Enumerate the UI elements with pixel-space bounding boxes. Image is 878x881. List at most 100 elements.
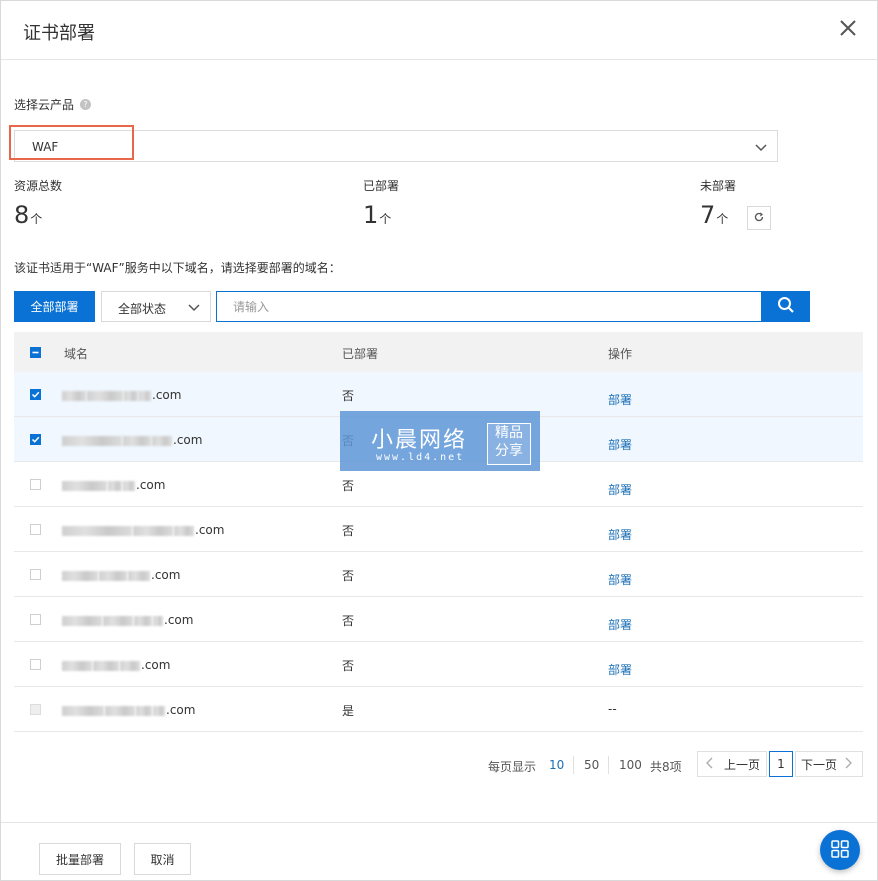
prev-page-button[interactable]: 上一页 (697, 751, 767, 777)
stat-deployed-value: 1个 (363, 201, 392, 229)
pagination: 每页显示 10 50 100 共8项 上一页 1 下一页 (1, 751, 878, 779)
search-icon (777, 296, 795, 317)
redacted-text (128, 570, 150, 581)
deploy-link[interactable]: 部署 (608, 391, 632, 408)
cloud-product-value: WAF (32, 140, 59, 154)
redacted-text (62, 435, 122, 446)
search-button[interactable] (761, 291, 810, 322)
redacted-text (133, 525, 173, 536)
table-row: .com 是 -- (14, 687, 863, 732)
deploy-link[interactable]: 部署 (608, 436, 632, 453)
row-checkbox[interactable] (30, 614, 41, 625)
refresh-icon (754, 211, 764, 225)
redacted-text (108, 480, 122, 491)
select-all-checkbox[interactable] (30, 347, 41, 358)
chevron-left-icon (706, 757, 714, 772)
table-row: .com 否 部署 (14, 597, 863, 642)
deployed-cell: 否 (342, 389, 355, 403)
redacted-text (134, 615, 152, 626)
apps-fab-button[interactable] (820, 830, 860, 870)
description-text: 该证书适用于“WAF”服务中以下域名，请选择要部署的域名： (14, 261, 341, 275)
table-row: .com 否 部署 (14, 552, 863, 597)
domain-cell: .com (62, 568, 180, 582)
action-none: -- (608, 702, 617, 716)
domain-cell: .com (62, 388, 181, 402)
dialog-title: 证书部署 (23, 23, 95, 44)
page-number-current[interactable]: 1 (769, 751, 793, 777)
dialog-header: 证书部署 (1, 1, 877, 60)
domain-cell: .com (62, 658, 170, 672)
deploy-link[interactable]: 部署 (608, 481, 632, 498)
row-checkbox[interactable] (30, 569, 41, 580)
total-count: 共8项 (650, 760, 682, 774)
refresh-button[interactable] (747, 206, 771, 230)
divider (573, 756, 574, 774)
watermark-main: 小晨网络 (371, 428, 468, 453)
deploy-link[interactable]: 部署 (608, 661, 632, 678)
stat-total-label: 资源总数 (14, 179, 63, 193)
domain-table: 域名 已部署 操作 .com否部署.com否部署.com否部署.com否部署.c… (14, 332, 863, 732)
domain-suffix: .com (152, 388, 182, 402)
row-checkbox[interactable] (30, 389, 41, 400)
stat-undeployed-label: 未部署 (700, 179, 737, 193)
redacted-text (62, 480, 107, 491)
batch-deploy-button[interactable]: 批量部署 (39, 843, 121, 875)
page-size-100[interactable]: 100 (619, 758, 642, 772)
domain-cell: .com (62, 433, 202, 447)
product-label-row: 选择云产品 ? (14, 96, 92, 113)
page-size-label: 每页显示 (488, 760, 537, 774)
deploy-link[interactable]: 部署 (608, 571, 632, 588)
status-filter-value: 全部状态 (118, 302, 167, 316)
redacted-text (62, 570, 98, 581)
help-icon[interactable]: ? (80, 99, 92, 110)
deploy-all-button[interactable]: 全部部署 (14, 291, 95, 322)
row-checkbox[interactable] (30, 524, 41, 535)
domain-suffix: .com (136, 478, 166, 492)
dialog-footer: 批量部署 取消 (1, 822, 877, 881)
redacted-text (93, 660, 119, 671)
domain-suffix: .com (166, 703, 196, 717)
table-row: .com 否 部署 (14, 642, 863, 687)
close-icon[interactable] (839, 19, 857, 37)
redacted-text (105, 705, 135, 716)
row-checkbox[interactable] (30, 659, 41, 670)
page-size-50[interactable]: 50 (584, 758, 599, 772)
table-header: 域名 已部署 操作 (14, 332, 863, 372)
deployed-cell: 否 (342, 569, 355, 583)
domain-suffix: .com (164, 613, 194, 627)
deploy-link[interactable]: 部署 (608, 526, 632, 543)
stat-deployed-label: 已部署 (363, 179, 400, 193)
chevron-right-icon (844, 757, 852, 772)
redacted-text (139, 390, 151, 401)
chevron-down-icon (755, 141, 767, 155)
deployed-cell: 否 (342, 524, 355, 538)
domain-cell: .com (62, 523, 224, 537)
search-input[interactable] (216, 291, 778, 322)
redacted-text (120, 660, 140, 671)
stat-total: 资源总数 8个 (14, 177, 63, 229)
redacted-text (174, 525, 194, 536)
certificate-deploy-dialog: 证书部署 选择云产品 ? WAF 资源总数 8个 已部署 1个 未部署 7个 该… (0, 0, 878, 881)
row-checkbox[interactable] (30, 479, 41, 490)
page-size-10[interactable]: 10 (549, 758, 564, 772)
deployed-cell: 否 (342, 659, 355, 673)
deployed-cell: 否 (342, 614, 355, 628)
redacted-text (103, 615, 133, 626)
divider (608, 756, 609, 774)
redacted-text (62, 660, 92, 671)
deployed-cell: 否 (342, 479, 355, 493)
cancel-button[interactable]: 取消 (134, 843, 191, 875)
cloud-product-select[interactable]: WAF (14, 130, 778, 162)
status-filter-select[interactable]: 全部状态 (101, 291, 211, 322)
redacted-text (136, 705, 152, 716)
deploy-link[interactable]: 部署 (608, 616, 632, 633)
stat-total-value: 8个 (14, 201, 43, 229)
row-checkbox[interactable] (30, 434, 41, 445)
next-page-button[interactable]: 下一页 (795, 751, 863, 777)
domain-cell: .com (62, 703, 195, 717)
stat-deployed: 已部署 1个 (363, 177, 400, 229)
domain-suffix: .com (195, 523, 225, 537)
domain-suffix: .com (173, 433, 203, 447)
redacted-text (62, 390, 86, 401)
header-action: 操作 (608, 347, 633, 361)
